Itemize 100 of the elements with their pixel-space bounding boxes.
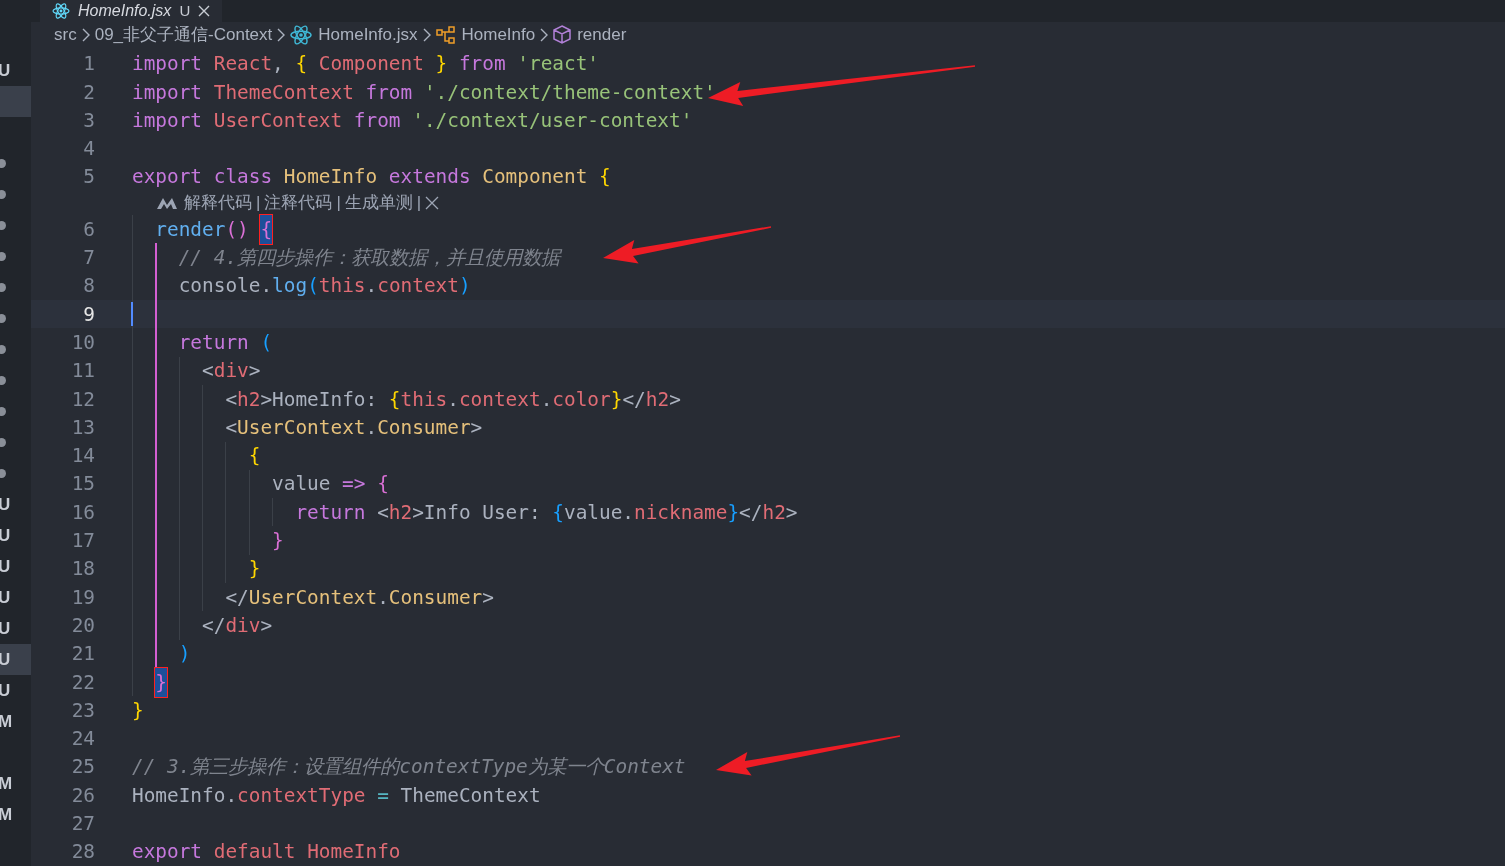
code-token: = — [377, 782, 390, 809]
code-token: return — [295, 499, 367, 526]
code-lens-action[interactable]: 解释代码 — [184, 190, 252, 216]
code-token: } — [248, 556, 261, 583]
code-token: log — [272, 273, 308, 300]
code-token: import — [132, 51, 204, 78]
line-number: 9 — [82, 301, 95, 328]
matched-bracket: } — [155, 667, 168, 697]
code-token: div — [225, 612, 261, 639]
chevron-icon — [540, 27, 549, 42]
code-token: default — [213, 839, 297, 866]
code-token: 'react' — [517, 51, 600, 78]
code-token: UserContext — [237, 414, 366, 441]
code-lens-action[interactable]: 注释代码 — [264, 190, 333, 216]
code-token: , — [272, 51, 285, 78]
code-token: from — [458, 51, 507, 78]
atom-icon — [52, 3, 70, 19]
code-token: h2 — [762, 499, 786, 526]
code-token: { — [552, 499, 564, 526]
line-number: 25 — [70, 754, 95, 781]
code-token: } — [610, 386, 623, 413]
code-token: export — [132, 164, 204, 191]
code-token: ( — [307, 273, 319, 300]
line-number: 19 — [70, 584, 95, 611]
code-lens-action[interactable]: 生成单测 — [344, 190, 413, 216]
code-token: ThemeContext — [400, 782, 541, 809]
code-token: Component — [482, 164, 589, 191]
breadcrumb-item[interactable]: 09_非父子通信-Context — [94, 22, 273, 48]
line-number: 6 — [82, 216, 95, 243]
code-token: } — [435, 51, 449, 78]
line-number: 10 — [70, 329, 95, 356]
code-token: < — [225, 386, 238, 413]
code-token: h2 — [237, 386, 261, 413]
code-token: // 3.第三步操作：设置组件的contextType为某一个Context — [132, 754, 686, 781]
code-token: div — [213, 358, 249, 385]
line-number: 20 — [70, 612, 95, 639]
editor-tab[interactable]: HomeInfo.jsx U — [40, 0, 223, 22]
code-token: >Info User: — [412, 499, 542, 526]
line-number: 21 — [70, 641, 95, 668]
git-status: M — [0, 772, 13, 795]
code-token: './context/theme-context' — [423, 79, 716, 106]
code-token: < — [377, 499, 389, 526]
code-token: > — [470, 414, 483, 441]
code-token: return — [178, 329, 250, 356]
chevron-icon — [277, 27, 286, 42]
line-number: 1 — [82, 51, 95, 78]
code-token: console. — [178, 273, 273, 300]
code-token: value — [272, 471, 332, 498]
git-status: M — [0, 710, 13, 733]
breadcrumb-item[interactable]: HomeInfo.jsx — [318, 22, 418, 48]
code-token: { — [295, 51, 309, 78]
code-token: './context/user-context' — [412, 107, 693, 134]
atom-icon — [290, 24, 313, 45]
breadcrumb-item[interactable]: HomeInfo — [461, 22, 536, 48]
code-token: HomeInfo — [307, 839, 401, 866]
separator: | — [336, 192, 341, 215]
code-token: h2 — [388, 499, 413, 526]
code-token: import — [132, 79, 204, 106]
code-token: React — [213, 51, 273, 78]
code-token: > — [669, 386, 681, 413]
code-token: Consumer — [388, 584, 483, 611]
code-token: ) — [178, 641, 191, 668]
code-token: >HomeInfo: — [260, 386, 379, 413]
code-token: () — [225, 216, 250, 243]
logo-icon — [156, 196, 180, 211]
line-number: 2 — [82, 79, 95, 106]
chevron-icon — [81, 27, 90, 42]
code-token: > — [248, 358, 261, 385]
code-token: contextType — [237, 782, 367, 809]
code-token: this — [318, 273, 366, 300]
line-number: 16 — [70, 499, 95, 526]
breadcrumb-item[interactable]: render — [577, 22, 627, 48]
code-token: this — [400, 386, 448, 413]
line-number: 12 — [70, 386, 95, 413]
line-number: 13 — [70, 414, 95, 441]
line-number: 11 — [70, 358, 95, 385]
code-token: UserContext — [248, 584, 378, 611]
code-token: . — [540, 386, 553, 413]
code-token: . — [447, 386, 459, 413]
code-token: </ — [225, 584, 249, 611]
code-token: UserContext — [213, 107, 344, 134]
line-number: 17 — [70, 528, 95, 555]
code-token: extends — [388, 164, 472, 191]
close-icon[interactable] — [198, 5, 211, 17]
line-number: 28 — [70, 839, 95, 866]
line-number: 5 — [82, 164, 95, 191]
tab-title: HomeInfo.jsx — [78, 1, 172, 21]
cube-icon — [553, 25, 572, 45]
close-icon[interactable] — [425, 196, 440, 211]
code-token: HomeInfo. — [132, 782, 238, 809]
breadcrumb-item[interactable]: src — [54, 22, 77, 48]
line-number: 24 — [70, 726, 95, 753]
text-cursor — [131, 302, 133, 327]
code-token: > — [482, 584, 494, 611]
code-token: < — [225, 414, 238, 441]
matched-bracket: { — [260, 214, 273, 244]
code-token: { — [248, 443, 261, 470]
code-token: render — [155, 216, 226, 243]
code-token: context — [377, 273, 459, 300]
line-number: 7 — [82, 245, 95, 272]
